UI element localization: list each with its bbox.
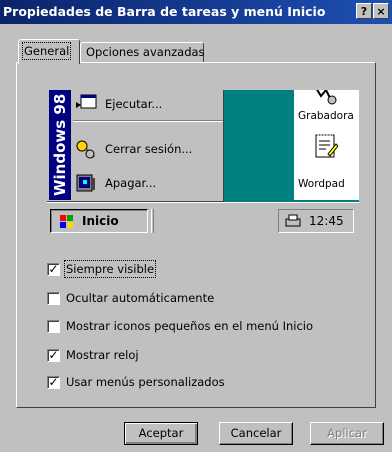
- properties-dialog: Propiedades de Barra de tareas y menú In…: [0, 0, 392, 452]
- close-button[interactable]: ×: [373, 3, 389, 19]
- tab-general-label: General: [21, 42, 72, 60]
- help-button[interactable]: ?: [356, 3, 372, 19]
- cancel-button[interactable]: Cancelar: [219, 422, 293, 445]
- apply-button[interactable]: Aplicar: [310, 422, 384, 445]
- tab-general[interactable]: General: [18, 39, 80, 64]
- tab-advanced-label: Opciones avanzadas: [86, 45, 205, 59]
- tab-advanced-options[interactable]: Opciones avanzadas: [80, 42, 205, 62]
- window-title: Propiedades de Barra de tareas y menú In…: [3, 4, 326, 19]
- tab-panel: [16, 62, 376, 408]
- ok-button[interactable]: Aceptar: [124, 422, 198, 445]
- title-bar[interactable]: Propiedades de Barra de tareas y menú In…: [0, 0, 392, 24]
